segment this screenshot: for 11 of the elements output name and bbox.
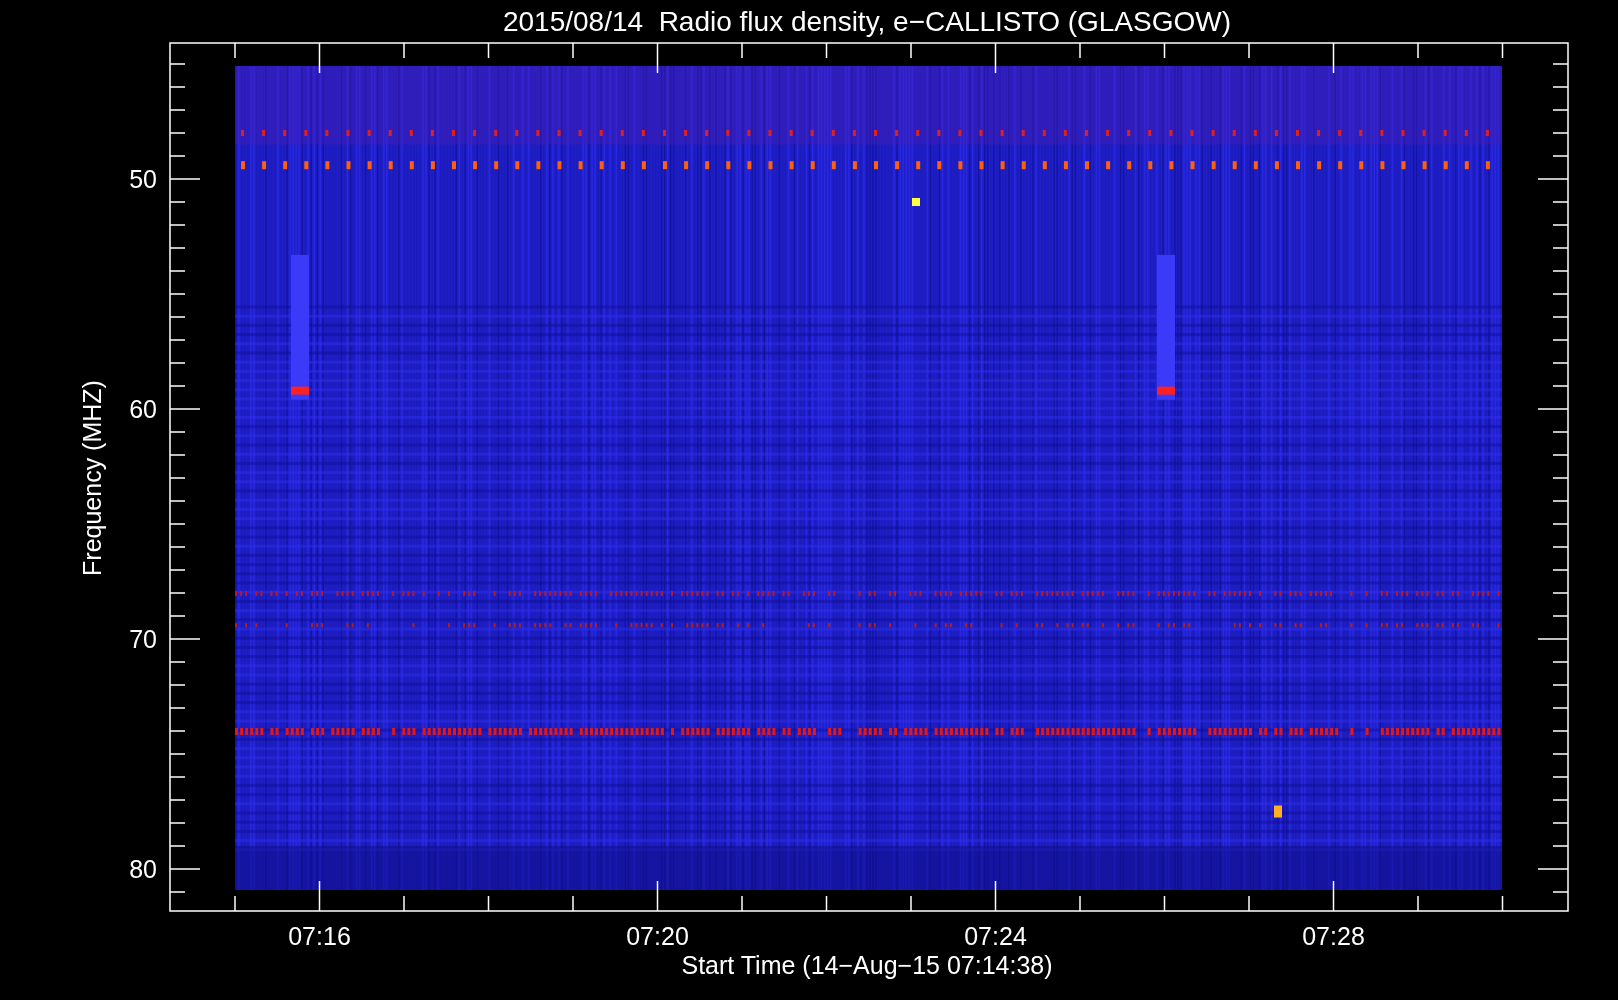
x-tick-label: 07:24 — [964, 922, 1027, 950]
x-tick-label: 07:16 — [288, 922, 351, 950]
y-tick-label: 50 — [129, 165, 157, 193]
y-axis-label: Frequency (MHZ) — [78, 380, 106, 576]
plot-title: 2015/08/14 Radio flux density, e−CALLISTO (GLASGOW) — [502, 6, 1232, 37]
x-tick-label: 07:20 — [626, 922, 689, 950]
x-axis-label: Start Time (14−Aug−15 07:14:38) — [681, 951, 1053, 979]
x-tick-label: 07:28 — [1302, 922, 1365, 950]
y-tick-label: 60 — [129, 395, 157, 423]
y-tick-label: 70 — [129, 625, 157, 653]
y-tick-label: 80 — [129, 855, 157, 883]
